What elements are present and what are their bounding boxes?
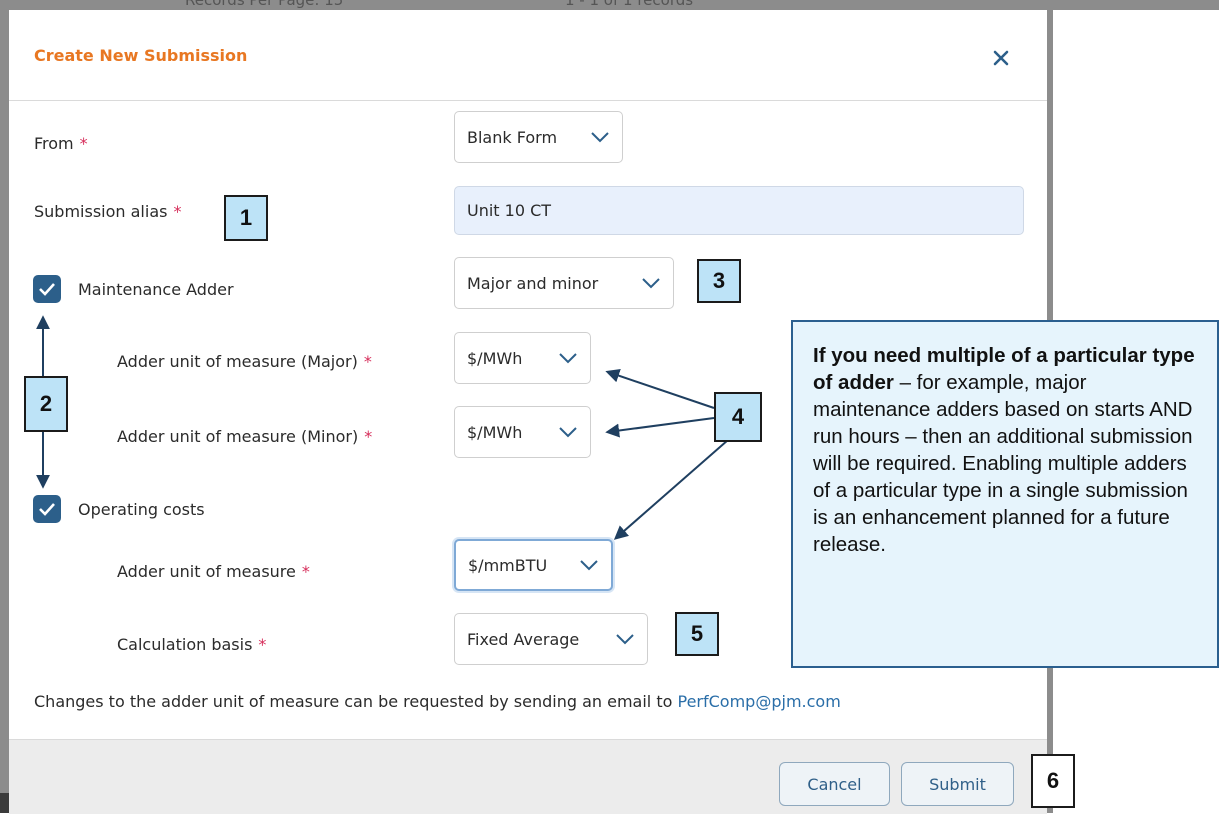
background-corner xyxy=(0,793,9,813)
unit-change-note: Changes to the adder unit of measure can… xyxy=(34,692,841,711)
cancel-button[interactable]: Cancel xyxy=(779,762,890,806)
required-mark: * xyxy=(363,352,372,371)
close-icon[interactable] xyxy=(991,48,1011,68)
operating-unit-select[interactable]: $/mmBTU xyxy=(454,539,613,591)
email-link[interactable]: PerfComp@pjm.com xyxy=(678,692,841,711)
maintenance-label: Maintenance Adder xyxy=(78,280,234,299)
submit-button[interactable]: Submit xyxy=(901,762,1014,806)
operating-costs-label: Operating costs xyxy=(78,500,205,519)
checkmark-icon xyxy=(39,283,55,296)
chevron-down-icon xyxy=(642,278,660,289)
callout-3: 3 xyxy=(697,259,741,303)
calculation-basis-label: Calculation basis * xyxy=(117,635,267,654)
callout-6: 6 xyxy=(1031,754,1075,808)
callout-4: 4 xyxy=(714,392,762,442)
checkmark-icon xyxy=(39,503,55,516)
operating-unit-label: Adder unit of measure * xyxy=(117,562,310,581)
required-mark: * xyxy=(364,427,373,446)
info-text: – for example, major maintenance adders … xyxy=(813,371,1193,556)
required-mark: * xyxy=(258,635,267,654)
callout-5: 5 xyxy=(675,612,719,656)
chevron-down-icon xyxy=(559,353,577,364)
background-page-left xyxy=(0,0,9,813)
operating-unit-value: $/mmBTU xyxy=(468,555,548,575)
chevron-down-icon xyxy=(591,132,609,143)
dialog-title: Create New Submission xyxy=(34,46,248,65)
from-select[interactable]: Blank Form xyxy=(454,111,623,163)
chevron-down-icon xyxy=(580,560,598,571)
required-mark: * xyxy=(79,134,88,153)
major-unit-label: Adder unit of measure (Major) * xyxy=(117,352,372,371)
major-unit-value: $/MWh xyxy=(467,348,523,368)
major-unit-select[interactable]: $/MWh xyxy=(454,332,591,384)
calculation-basis-select[interactable]: Fixed Average xyxy=(454,613,648,665)
multiple-adders-info-box: If you need multiple of a particular typ… xyxy=(791,320,1219,668)
alias-label: Submission alias * xyxy=(34,202,182,221)
maintenance-type-value: Major and minor xyxy=(467,273,599,293)
operating-costs-checkbox[interactable] xyxy=(33,495,61,523)
chevron-down-icon xyxy=(616,634,634,645)
background-records-per-page: Records Per Page: 15 xyxy=(185,0,344,9)
calculation-basis-value: Fixed Average xyxy=(467,629,580,649)
required-mark: * xyxy=(173,202,182,221)
note-text: Changes to the adder unit of measure can… xyxy=(34,692,673,711)
callout-1: 1 xyxy=(224,195,268,241)
maintenance-checkbox[interactable] xyxy=(33,275,61,303)
maintenance-type-select[interactable]: Major and minor xyxy=(454,257,674,309)
minor-unit-select[interactable]: $/MWh xyxy=(454,406,591,458)
alias-input[interactable]: Unit 10 CT xyxy=(454,186,1024,235)
required-mark: * xyxy=(301,562,310,581)
minor-unit-label: Adder unit of measure (Minor) * xyxy=(117,427,373,446)
background-record-count: 1 - 1 of 1 records xyxy=(565,0,694,9)
callout-2: 2 xyxy=(24,376,68,432)
from-label: From * xyxy=(34,134,88,153)
chevron-down-icon xyxy=(559,427,577,438)
minor-unit-value: $/MWh xyxy=(467,422,523,442)
dialog-footer: Cancel Submit xyxy=(9,739,1047,814)
from-select-value: Blank Form xyxy=(467,127,558,147)
dialog-header: Create New Submission xyxy=(9,12,1047,101)
